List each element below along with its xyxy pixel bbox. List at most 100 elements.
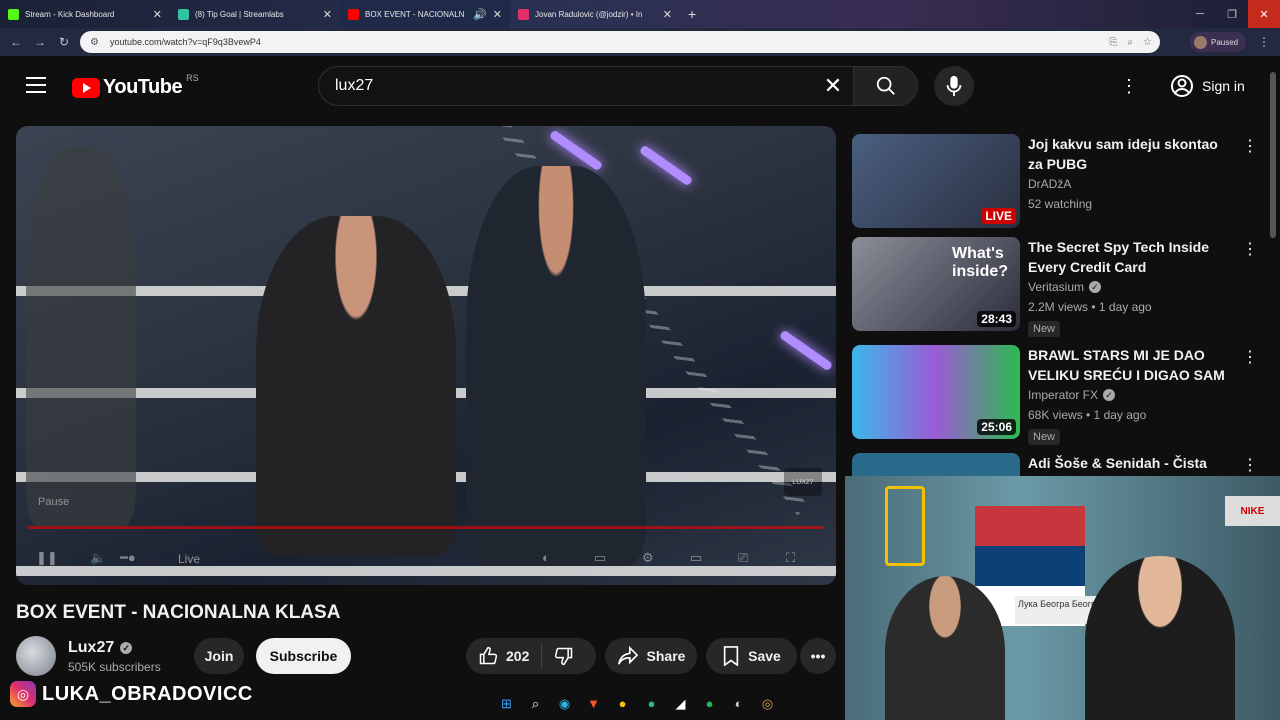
tab-close-icon[interactable]: ✕ [153, 8, 162, 21]
subtitles-icon[interactable]: ▭ [594, 550, 606, 566]
recommendation-item[interactable]: What's inside? 28:43 The Secret Spy Tech… [852, 237, 1262, 337]
video-player[interactable]: Pause ❚❚ 🔈 ━● Live ◐ ▭ ⚙ ▭ ⎚ ⛶ LUX27 [16, 126, 836, 585]
browser-tab-youtube[interactable]: BOX EVENT - NACIONALN 🔊 ✕ [340, 0, 510, 28]
tab-close-icon[interactable]: ✕ [663, 8, 672, 21]
streamer-right [1085, 556, 1235, 720]
more-actions-button[interactable]: ••• [800, 638, 836, 674]
chrome-icon[interactable]: ● [611, 692, 634, 715]
browser-tab-kick[interactable]: Stream - Kick Dashboard ✕ [0, 0, 170, 28]
shoe-box: NIKE [1225, 496, 1280, 526]
progress-bar[interactable] [28, 526, 824, 529]
install-icon[interactable]: ⎘ [1109, 37, 1117, 48]
browser-icon[interactable]: ◎ [756, 692, 779, 715]
video-thumbnail[interactable]: LIVE [852, 134, 1020, 228]
app-icon[interactable]: ● [640, 692, 663, 715]
recommendation-title[interactable]: Adi Šoše & Senidah - Čista [1028, 453, 1228, 473]
recommendation-channel[interactable]: DrADžA [1028, 177, 1071, 191]
speaker-icon[interactable]: 🔊 [473, 8, 487, 21]
settings-menu-icon[interactable]: ⋮ [1120, 76, 1138, 97]
search-input[interactable]: lux27 [319, 77, 813, 95]
volume-icon[interactable]: 🔈 [90, 550, 106, 566]
search-icon[interactable]: ⌕ [524, 692, 547, 715]
channel-name: Imperator FX [1028, 388, 1099, 402]
video-thumbnail[interactable]: What's inside? 28:43 [852, 237, 1020, 331]
site-info-icon[interactable]: ⚙ [90, 37, 102, 48]
recommendation-item[interactable]: 25:06 BRAWL STARS MI JE DAO VELIKU SREĆU… [852, 345, 1262, 445]
obs-icon[interactable]: ◢ [669, 692, 692, 715]
item-menu-icon[interactable]: ⋮ [1242, 136, 1258, 156]
live-indicator[interactable]: Live [178, 552, 200, 566]
youtube-play-icon [72, 77, 100, 98]
youtube-logo[interactable]: YouTube RS [72, 73, 199, 99]
url-text: youtube.com/watch?v=qF9q3BvewP4 [110, 37, 261, 47]
thumbnail-text: What's inside? [952, 245, 1009, 280]
recommendation-item[interactable]: LIVE Joj kakvu sam ideju skontao za PUBG… [852, 134, 1262, 230]
profile-button[interactable]: Paused [1190, 32, 1246, 52]
new-tab-button[interactable]: + [680, 6, 704, 28]
channel-name[interactable]: Lux27 [68, 639, 114, 657]
channel-watermark[interactable]: LUX27 [784, 468, 822, 496]
browser-tab-streamlabs[interactable]: (8) Tip Goal | Streamlabs ✕ [170, 0, 340, 28]
avatar [1194, 35, 1207, 49]
clear-search-icon[interactable]: ✕ [813, 73, 853, 99]
sidebar-scrollbar[interactable] [1270, 72, 1276, 238]
instagram-handle-overlay: ◎ LUKA_OBRADOVICC [10, 681, 253, 707]
fullscreen-icon[interactable]: ⛶ [786, 550, 795, 566]
recommendation-channel[interactable]: Imperator FX ✓ [1028, 388, 1116, 402]
tab-close-icon[interactable]: ✕ [493, 8, 502, 21]
zoom-icon[interactable]: ⌕ [1127, 37, 1133, 48]
share-button[interactable]: Share [605, 638, 697, 674]
cast-icon[interactable]: ⎚ [738, 550, 748, 566]
settings-gear-icon[interactable]: ⚙ [642, 550, 654, 566]
edge-icon[interactable]: ◉ [553, 692, 576, 715]
browser-menu-icon[interactable]: ⋮ [1258, 35, 1270, 49]
dislike-button[interactable] [542, 646, 586, 666]
recommendation-channel[interactable]: Veritasium ✓ [1028, 280, 1102, 294]
bookmark-star-icon[interactable]: ☆ [1143, 37, 1152, 48]
recommendation-title[interactable]: Joj kakvu sam ideju skontao za PUBG [1028, 134, 1228, 174]
brave-icon[interactable]: ▼ [582, 692, 605, 715]
voice-search-button[interactable] [934, 66, 974, 106]
tab-close-icon[interactable]: ✕ [323, 8, 332, 21]
item-menu-icon[interactable]: ⋮ [1242, 347, 1258, 367]
steam-icon[interactable]: ◐ [727, 692, 750, 715]
channel-avatar[interactable] [16, 636, 56, 676]
back-button[interactable]: ← [4, 35, 28, 49]
reload-button[interactable]: ↻ [52, 35, 76, 49]
maximize-button[interactable]: ❐ [1216, 0, 1248, 28]
subscribe-button[interactable]: Subscribe [256, 638, 351, 674]
play-pause-icon[interactable]: ❚❚ [36, 550, 58, 566]
channel-name-row[interactable]: Lux27 ✓ [68, 639, 133, 657]
item-menu-icon[interactable]: ⋮ [1242, 239, 1258, 259]
crown-logo-poster [885, 486, 925, 566]
sign-in-label: Sign in [1202, 78, 1245, 94]
save-button[interactable]: Save [706, 638, 797, 674]
like-dislike-group: 202 [466, 638, 596, 674]
autoplay-toggle-icon[interactable]: ◐ [542, 550, 550, 565]
tab-label: (8) Tip Goal | Streamlabs [195, 9, 284, 19]
item-menu-icon[interactable]: ⋮ [1242, 455, 1258, 475]
close-window-button[interactable]: ✕ [1248, 0, 1280, 28]
browser-tab-instagram[interactable]: Jovan Radulovic (@jodzir) • In ✕ [510, 0, 680, 28]
theater-mode-icon[interactable]: ▭ [690, 550, 702, 566]
video-thumbnail[interactable]: 25:06 [852, 345, 1020, 439]
spotify-icon[interactable]: ● [698, 692, 721, 715]
logo-text: YouTube [103, 76, 183, 98]
like-count: 202 [506, 648, 530, 664]
like-button[interactable]: 202 [466, 644, 543, 668]
streamer-left [885, 576, 1005, 720]
forward-button[interactable]: → [28, 35, 52, 49]
minimize-button[interactable]: ─ [1184, 0, 1216, 28]
address-bar[interactable]: ⚙ youtube.com/watch?v=qF9q3BvewP4 ⎘ ⌕ ☆ [80, 31, 1160, 53]
duration-badge: 28:43 [977, 311, 1016, 327]
search-button[interactable] [853, 67, 917, 105]
windows-start-icon[interactable]: ⊞ [495, 692, 518, 715]
volume-slider[interactable]: ━● [120, 550, 136, 566]
live-badge: LIVE [981, 208, 1016, 224]
join-button[interactable]: Join [194, 638, 244, 674]
sign-in-button[interactable]: Sign in [1160, 68, 1255, 104]
thumbs-down-icon [555, 647, 573, 666]
recommendation-title[interactable]: The Secret Spy Tech Inside Every Credit … [1028, 237, 1228, 277]
recommendation-title[interactable]: BRAWL STARS MI JE DAO VELIKU SREĆU I DIG… [1028, 345, 1228, 385]
menu-icon[interactable] [26, 77, 46, 93]
